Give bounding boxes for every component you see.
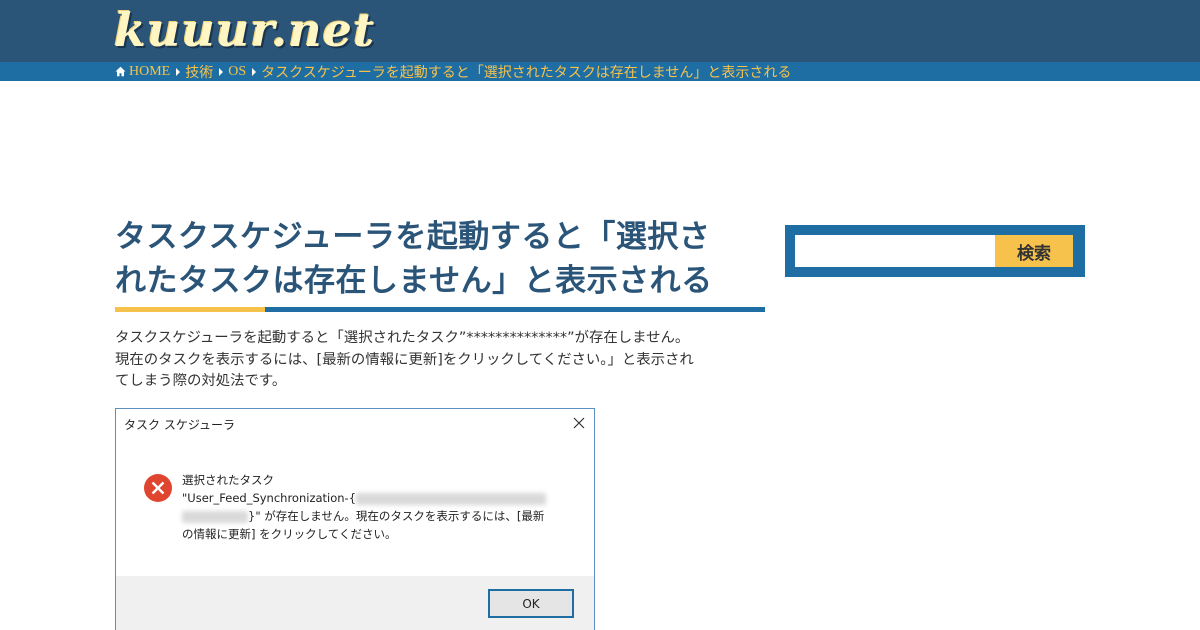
article-lead: タスクスケジューラを起動すると「選択されたタスク”**************”… [115, 328, 770, 393]
page-title: タスクスケジューラを起動すると「選択さ れたタスクは存在しません」と表示される [115, 215, 765, 303]
dialog-msg-line3: }" が存在しません。現在のタスクを表示するには、[最新 [248, 509, 545, 523]
chevron-right-icon [252, 67, 257, 76]
dialog-titlebar: タスク スケジューラ [116, 409, 594, 439]
chevron-right-icon [176, 67, 181, 76]
redacted-guid [356, 492, 547, 505]
site-logo[interactable]: kuuur.net [114, 2, 375, 58]
page-title-line2: れたタスクは存在しません」と表示される [115, 263, 713, 299]
dialog-msg-line2: "User_Feed_Synchronization-{ [182, 491, 357, 505]
breadcrumb-item-tech[interactable]: 技術 [185, 62, 213, 82]
dialog-message: 選択されたタスク "User_Feed_Synchronization-{ }"… [182, 471, 562, 543]
title-underline-accent [115, 307, 265, 312]
lead-line2: 現在のタスクを表示するには、[最新の情報に更新]をクリックしてください。」と表示… [115, 351, 694, 368]
dialog-msg-line1: 選択されたタスク [182, 473, 274, 487]
page-title-line1: タスクスケジューラを起動すると「選択さ [115, 219, 711, 255]
breadcrumb-item-current: タスクスケジューラを起動すると「選択されたタスクは存在しません」と表示される [261, 65, 792, 81]
sidebar-search: 検索 [785, 225, 1085, 277]
home-icon [115, 66, 126, 77]
lead-line1: タスクスケジューラを起動すると「選択されたタスク”**************”… [115, 330, 690, 346]
error-dialog-screenshot: タスク スケジューラ 選択されたタスク "User_Feed_Synchroni… [115, 408, 595, 630]
chevron-right-icon [219, 67, 224, 76]
search-button[interactable]: 検索 [995, 235, 1073, 267]
dialog-footer: OK [116, 576, 594, 630]
dialog-title: タスク スケジューラ [124, 418, 235, 432]
breadcrumb: HOME 技術 OS タスクスケジューラを起動すると「選択されたタスクは存在しま… [0, 62, 1200, 81]
dialog-body: 選択されたタスク "User_Feed_Synchronization-{ }"… [116, 439, 594, 576]
redacted-guid-end [182, 510, 248, 523]
close-icon[interactable] [572, 415, 586, 429]
search-input[interactable] [795, 235, 995, 267]
lead-line3: てしまう際の対処法です。 [115, 373, 287, 389]
dialog-msg-line4: の情報に更新] をクリックしてください。 [182, 527, 397, 541]
site-header: kuuur.net [0, 0, 1200, 62]
error-icon [143, 473, 173, 503]
ok-button[interactable]: OK [488, 589, 574, 618]
breadcrumb-home[interactable]: HOME [129, 64, 170, 80]
breadcrumb-item-os[interactable]: OS [228, 64, 246, 80]
breadcrumb-inner: HOME 技術 OS タスクスケジューラを起動すると「選択されたタスクは存在しま… [115, 62, 791, 81]
ok-button-label: OK [522, 596, 540, 611]
